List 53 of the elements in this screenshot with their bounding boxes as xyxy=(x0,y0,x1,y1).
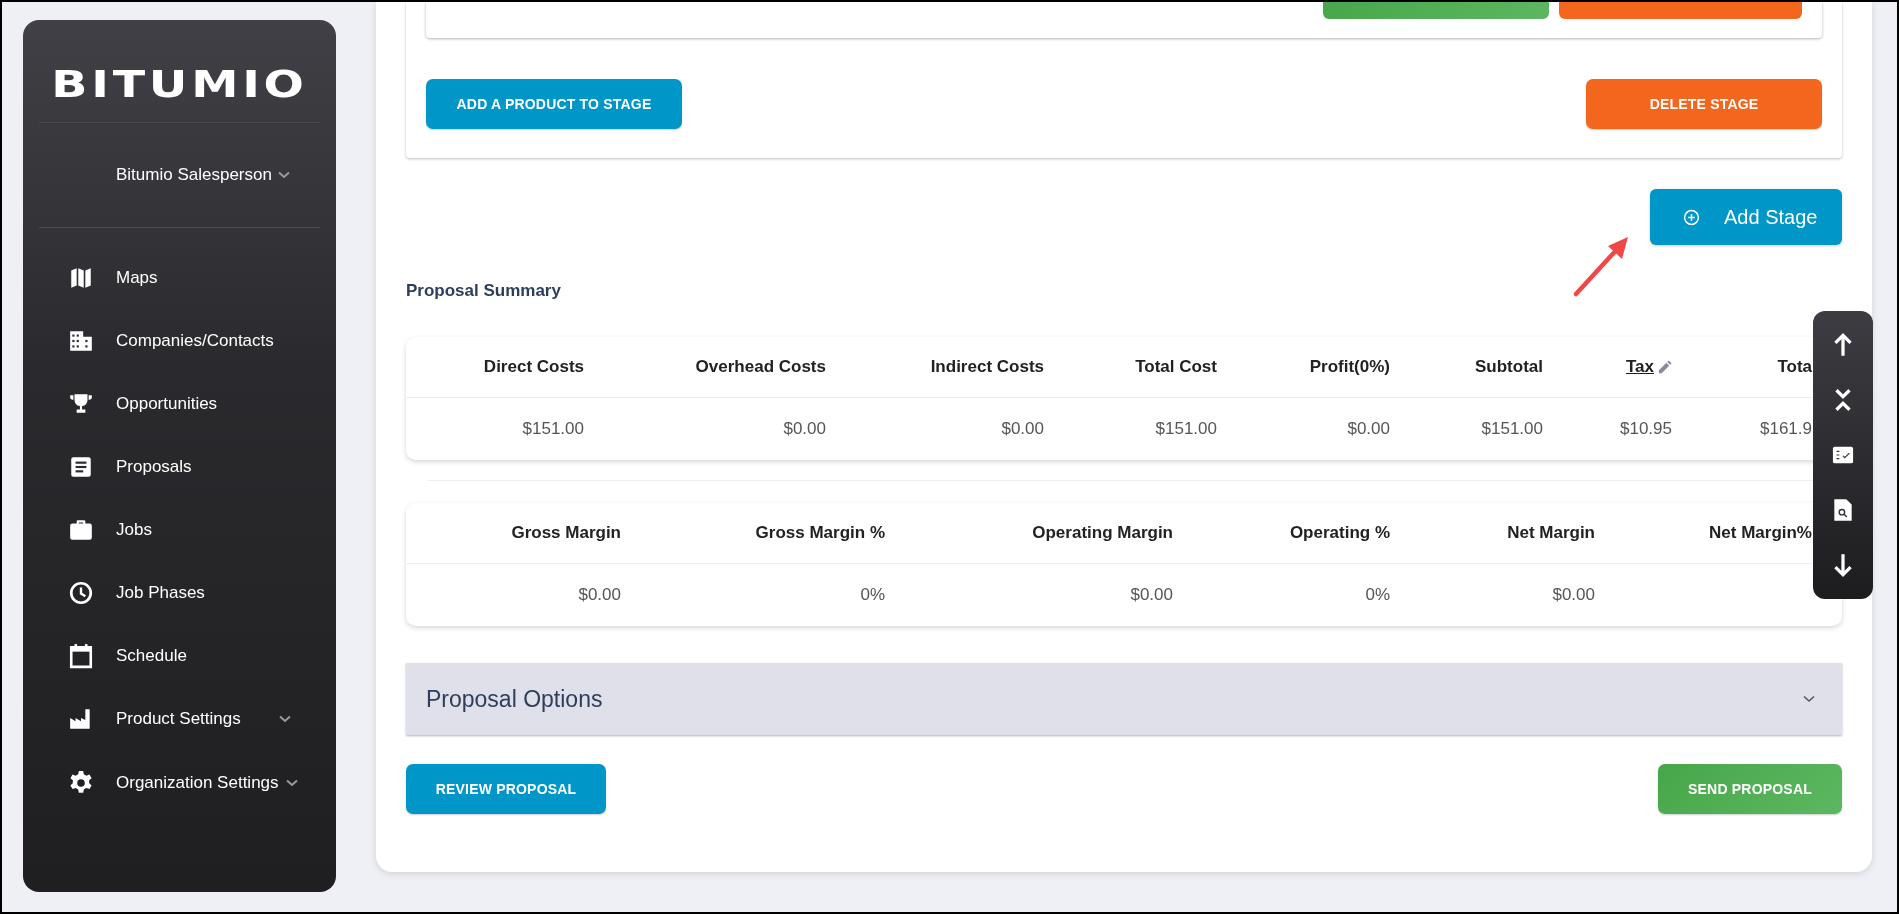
clock-icon xyxy=(68,579,94,606)
nav-item[interactable]: Companies/Contacts xyxy=(23,309,336,372)
nav-item[interactable]: Maps xyxy=(23,246,336,309)
chevron-down-icon xyxy=(285,779,298,787)
file-search-icon xyxy=(1832,497,1854,524)
column-header: Gross Margin xyxy=(511,523,621,543)
chevron-down-icon xyxy=(278,715,291,723)
column-header: Indirect Costs xyxy=(930,357,1044,377)
table-cell: $151.00 xyxy=(1481,419,1543,439)
collapse-icon xyxy=(1832,386,1854,413)
table-cell: 0% xyxy=(1365,585,1390,605)
nav-item[interactable]: Proposals xyxy=(23,435,336,498)
column-header: Operating % xyxy=(1289,523,1390,543)
column-header: Total Cost xyxy=(1135,357,1217,377)
column-header: Subtotal xyxy=(1475,357,1543,377)
user-menu[interactable]: Bitumio Salesperson xyxy=(23,123,336,227)
proposal-options-panel[interactable]: Proposal Options xyxy=(406,663,1842,735)
nav-item[interactable]: Opportunities xyxy=(23,372,336,435)
nav-item[interactable]: Schedule xyxy=(23,624,336,687)
column-header: Net Margin% xyxy=(1709,523,1812,543)
table-cell: 0% xyxy=(860,585,885,605)
table-cell: $151.00 xyxy=(1155,419,1217,439)
chevron-down-icon xyxy=(1803,695,1815,703)
chevron-down-icon xyxy=(277,171,290,179)
nav-item[interactable]: Job Phases xyxy=(23,561,336,624)
table-cell: $0.00 xyxy=(1001,419,1044,439)
table-cell: $151.00 xyxy=(522,419,584,439)
column-header: Net Margin xyxy=(1507,523,1595,543)
column-header[interactable]: Tax xyxy=(1625,357,1672,377)
nav-item[interactable]: Organization Settings xyxy=(23,751,336,815)
calendar-icon xyxy=(68,642,94,669)
column-header: Direct Costs xyxy=(483,357,584,377)
column-header: Tota xyxy=(1777,357,1812,377)
table-cell: $0.00 xyxy=(578,585,621,605)
table-cell: $0.00 xyxy=(1347,419,1390,439)
column-header: Overhead Costs xyxy=(695,357,826,377)
arrow-down-icon xyxy=(1832,552,1854,579)
table-cell: $0.00 xyxy=(1552,585,1595,605)
column-header: Gross Margin % xyxy=(755,523,885,543)
arrow-up-icon xyxy=(1832,331,1854,358)
table-cell: $0.00 xyxy=(783,419,826,439)
nav-item[interactable]: Product Settings xyxy=(23,687,336,751)
section-title: Proposal Summary xyxy=(406,281,562,301)
logo: BITUMIO xyxy=(50,64,309,104)
table-cell: $10.95 xyxy=(1620,419,1672,439)
plus-circle-icon xyxy=(1683,208,1700,226)
table-cell: $0.00 xyxy=(1130,585,1173,605)
nav-item[interactable]: Jobs xyxy=(23,498,336,561)
gear-icon xyxy=(68,770,94,796)
table-cell: $161.9 xyxy=(1760,419,1812,439)
column-header: Profit(0%) xyxy=(1309,357,1390,377)
column-header: Operating Margin xyxy=(1032,523,1173,543)
pencil-icon xyxy=(1657,359,1672,375)
